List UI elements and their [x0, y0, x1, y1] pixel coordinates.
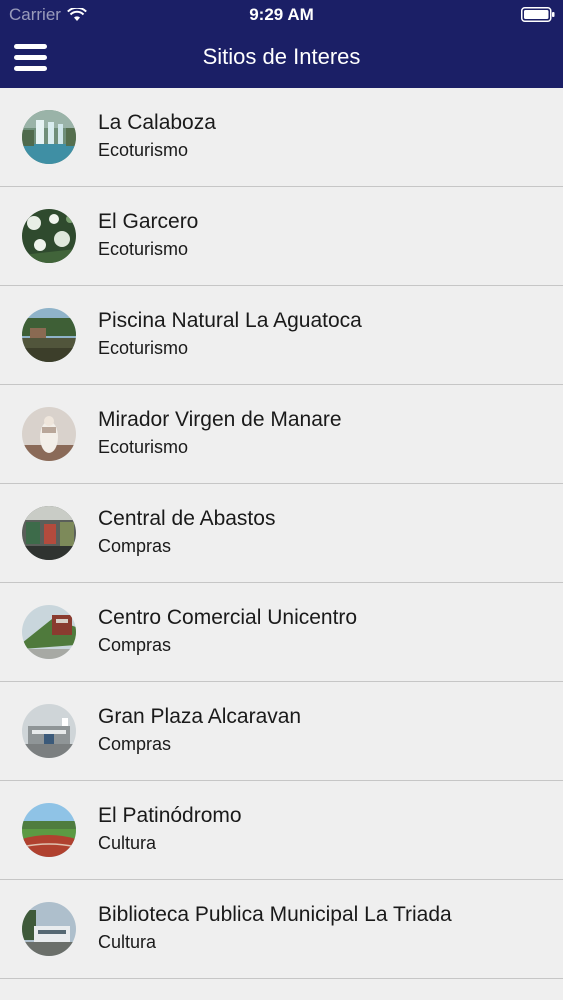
item-category: Compras	[98, 635, 172, 655]
list-item[interactable]: La Calaboza Ecoturismo	[0, 88, 563, 187]
mall-exterior-photo	[22, 605, 76, 659]
item-title: El Patinódromo	[98, 804, 242, 827]
status-time: 9:29 AM	[249, 5, 314, 24]
page-title: Sitios de Interes	[202, 44, 361, 69]
list-item[interactable]: Central de Abastos Compras	[0, 484, 563, 583]
list-item[interactable]: Piscina Natural La Aguatoca Ecoturismo	[0, 286, 563, 385]
waterfall-photo	[22, 110, 76, 164]
item-title: El Garcero	[98, 210, 199, 233]
list-item[interactable]: Mirador Virgen de Manare Ecoturismo	[0, 385, 563, 484]
item-category: Ecoturismo	[98, 239, 189, 259]
item-category: Cultura	[98, 932, 157, 952]
status-bar: Carrier 9:29 AM	[0, 0, 563, 30]
market-photo	[22, 506, 76, 560]
places-list: La Calaboza Ecoturismo El Garcero Ecotur…	[0, 88, 563, 979]
library-building-photo	[22, 902, 76, 956]
item-category: Compras	[98, 536, 172, 556]
list-item[interactable]: El Patinódromo Cultura	[0, 781, 563, 880]
item-title: Gran Plaza Alcaravan	[98, 705, 302, 728]
skating-track-photo	[22, 803, 76, 857]
item-title: Centro Comercial Unicentro	[98, 606, 358, 629]
virgin-statue-photo	[22, 407, 76, 461]
item-title: Mirador Virgen de Manare	[98, 408, 342, 431]
app-header: Carrier 9:29 AM Sitios de Interes	[0, 0, 563, 88]
item-title: Piscina Natural La Aguatoca	[98, 309, 362, 332]
item-category: Cultura	[98, 833, 157, 853]
item-title: Biblioteca Publica Municipal La Triada	[98, 903, 452, 926]
plaza-building-photo	[22, 704, 76, 758]
item-title: Central de Abastos	[98, 507, 276, 530]
battery-icon	[521, 7, 555, 22]
navigation-bar: Sitios de Interes	[0, 30, 563, 88]
list-item[interactable]: El Garcero Ecoturismo	[0, 187, 563, 286]
item-category: Compras	[98, 734, 172, 754]
list-item[interactable]: Centro Comercial Unicentro Compras	[0, 583, 563, 682]
item-category: Ecoturismo	[98, 338, 189, 358]
list-item[interactable]: Gran Plaza Alcaravan Compras	[0, 682, 563, 781]
white-herons-photo	[22, 209, 76, 263]
item-category: Ecoturismo	[98, 437, 189, 457]
item-category: Ecoturismo	[98, 140, 189, 160]
natural-pool-photo	[22, 308, 76, 362]
item-title: La Calaboza	[98, 111, 216, 134]
list-item[interactable]: Biblioteca Publica Municipal La Triada C…	[0, 880, 563, 979]
